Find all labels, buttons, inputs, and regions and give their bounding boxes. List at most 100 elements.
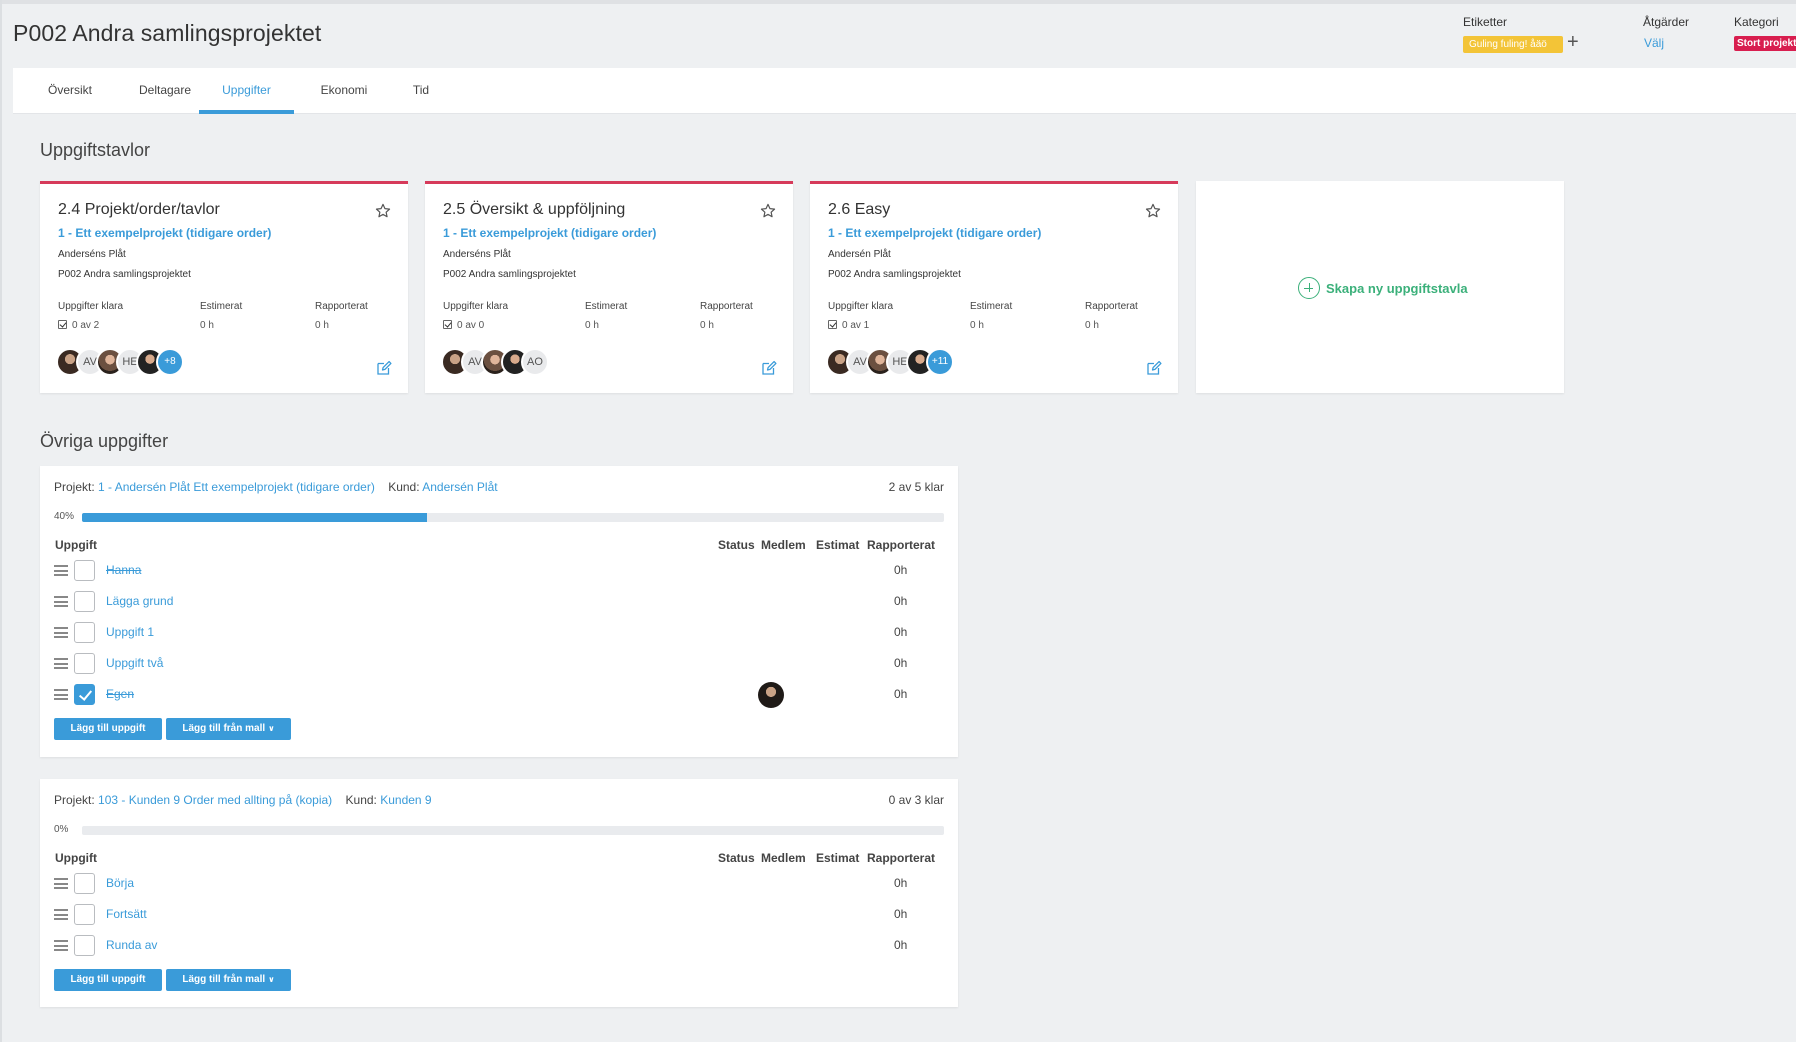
tab-oversikt[interactable]: Översikt xyxy=(21,68,119,114)
add-tag-plus-icon[interactable]: + xyxy=(1567,31,1579,53)
create-board-card[interactable]: Skapa ny uppgiftstavla xyxy=(1196,181,1564,393)
stat-value-done: 0 av 0 xyxy=(443,320,484,331)
edit-icon[interactable] xyxy=(376,360,392,376)
project-page: P002 Andra samlingsprojektet Etiketter G… xyxy=(0,0,1796,1042)
drag-handle-icon[interactable] xyxy=(54,689,68,700)
edit-icon[interactable] xyxy=(1146,360,1162,376)
done-count: 0 av 2 xyxy=(72,320,100,331)
stat-label-estimated: Estimerat xyxy=(970,301,1013,312)
star-icon[interactable] xyxy=(374,202,392,220)
project-prefix: Projekt: xyxy=(54,480,95,494)
drag-handle-icon[interactable] xyxy=(54,909,68,920)
project-link[interactable]: 1 - Andersén Plåt Ett exempelprojekt (ti… xyxy=(98,480,375,494)
task-name[interactable]: Lägga grund xyxy=(106,594,173,608)
atgarder-select-link[interactable]: Välj xyxy=(1644,36,1664,50)
tag-badge[interactable]: Guling fuling! åäö xyxy=(1463,36,1563,53)
task-board-card[interactable]: 2.5 Översikt & uppföljning 1 - Ett exempe… xyxy=(425,181,793,393)
avatar-initials[interactable]: AO xyxy=(521,348,549,376)
task-panel: Projekt: 1 - Andersén Plåt Ett exempelpr… xyxy=(40,466,958,757)
task-checkbox[interactable] xyxy=(74,653,95,674)
done-count: 0 av 0 xyxy=(457,320,485,331)
project-link[interactable]: 103 - Kunden 9 Order med allting på (kop… xyxy=(98,793,332,807)
task-row: Börja 0h xyxy=(54,870,944,898)
tab-uppgifter[interactable]: Uppgifter xyxy=(199,68,294,114)
drag-handle-icon[interactable] xyxy=(54,565,68,576)
board-project: P002 Andra samlingsprojektet xyxy=(828,269,961,280)
star-icon[interactable] xyxy=(759,202,777,220)
board-project-link[interactable]: 1 - Ett exempelprojekt (tidigare order) xyxy=(58,226,271,240)
drag-handle-icon[interactable] xyxy=(54,658,68,669)
column-member: Medlem xyxy=(761,851,806,865)
board-title[interactable]: 2.6 Easy xyxy=(828,201,890,219)
task-row: Fortsätt 0h xyxy=(54,901,944,929)
board-project-link[interactable]: 1 - Ett exempelprojekt (tidigare order) xyxy=(443,226,656,240)
progress-label: 0% xyxy=(54,824,69,835)
task-name[interactable]: Hanna xyxy=(106,563,141,577)
page-title: P002 Andra samlingsprojektet xyxy=(13,20,322,46)
kategori-label: Kategori xyxy=(1734,15,1779,29)
task-name[interactable]: Egen xyxy=(106,687,134,701)
drag-handle-icon[interactable] xyxy=(54,878,68,889)
board-title[interactable]: 2.4 Projekt/order/tavlor xyxy=(58,201,220,219)
drag-handle-icon[interactable] xyxy=(54,627,68,638)
stat-value-reported: 0 h xyxy=(315,320,329,331)
progress-bar xyxy=(82,826,944,835)
task-checkbox[interactable] xyxy=(74,591,95,612)
panel-header: Projekt: 103 - Kunden 9 Order med alltin… xyxy=(54,793,432,807)
done-count: 0 av 3 klar xyxy=(888,793,944,807)
task-board-card[interactable]: 2.6 Easy 1 - Ett exempelprojekt (tidigare… xyxy=(810,181,1178,393)
avatar-more-count[interactable]: +11 xyxy=(926,348,954,376)
tab-deltagare[interactable]: Deltagare xyxy=(119,68,211,114)
task-name[interactable]: Fortsätt xyxy=(106,907,147,921)
stat-value-reported: 0 h xyxy=(700,320,714,331)
task-name[interactable]: Uppgift 1 xyxy=(106,625,154,639)
drag-handle-icon[interactable] xyxy=(54,596,68,607)
task-reported-hours: 0h xyxy=(894,563,908,577)
stat-value-estimated: 0 h xyxy=(200,320,214,331)
edit-icon[interactable] xyxy=(761,360,777,376)
task-checkbox[interactable] xyxy=(74,904,95,925)
customer-prefix: Kund: xyxy=(345,793,377,807)
progress-fill xyxy=(82,513,427,522)
member-avatar[interactable] xyxy=(758,682,784,708)
stat-value-estimated: 0 h xyxy=(970,320,984,331)
stat-label-reported: Rapporterat xyxy=(700,301,753,312)
create-board-button[interactable]: Skapa ny uppgiftstavla xyxy=(1298,277,1468,299)
star-icon[interactable] xyxy=(1144,202,1162,220)
task-checkbox[interactable] xyxy=(74,684,95,705)
stat-value-done: 0 av 1 xyxy=(828,320,869,331)
customer-link[interactable]: Andersén Plåt xyxy=(422,480,497,494)
add-task-button[interactable]: Lägg till uppgift xyxy=(54,969,162,991)
checkbox-icon xyxy=(828,320,837,329)
other-tasks-section-title: Övriga uppgifter xyxy=(40,431,169,451)
task-name[interactable]: Börja xyxy=(106,876,134,890)
drag-handle-icon[interactable] xyxy=(54,940,68,951)
left-edge xyxy=(0,0,2,1042)
add-from-template-label: Lägg till från mall xyxy=(182,723,266,734)
tab-bar: Översikt Deltagare Uppgifter Ekonomi Tid xyxy=(13,68,1796,114)
etiketter-label: Etiketter xyxy=(1463,15,1508,29)
task-checkbox[interactable] xyxy=(74,873,95,894)
task-checkbox[interactable] xyxy=(74,622,95,643)
stat-label-done: Uppgifter klara xyxy=(828,301,894,312)
add-task-button[interactable]: Lägg till uppgift xyxy=(54,718,162,740)
task-checkbox[interactable] xyxy=(74,935,95,956)
tab-tid[interactable]: Tid xyxy=(389,68,453,114)
customer-link[interactable]: Kunden 9 xyxy=(380,793,431,807)
task-board-card[interactable]: 2.4 Projekt/order/tavlor 1 - Ett exempelp… xyxy=(40,181,408,393)
task-panel: Projekt: 103 - Kunden 9 Order med alltin… xyxy=(40,779,958,1007)
task-checkbox[interactable] xyxy=(74,560,95,581)
board-project: P002 Andra samlingsprojektet xyxy=(443,269,576,280)
add-from-template-button[interactable]: Lägg till från mall ∨ xyxy=(166,718,291,740)
task-row: Uppgift 1 0h xyxy=(54,619,944,647)
task-name[interactable]: Runda av xyxy=(106,938,157,952)
task-row: Egen 0h xyxy=(54,681,944,709)
add-from-template-button[interactable]: Lägg till från mall ∨ xyxy=(166,969,291,991)
board-title[interactable]: 2.5 Översikt & uppföljning xyxy=(443,201,625,219)
board-customer: Andersén Plåt xyxy=(828,249,891,260)
tab-ekonomi[interactable]: Ekonomi xyxy=(299,68,389,114)
category-badge[interactable]: Stort projekt xyxy=(1734,36,1796,51)
avatar-more-count[interactable]: +8 xyxy=(156,348,184,376)
task-name[interactable]: Uppgift två xyxy=(106,656,163,670)
board-project-link[interactable]: 1 - Ett exempelprojekt (tidigare order) xyxy=(828,226,1041,240)
